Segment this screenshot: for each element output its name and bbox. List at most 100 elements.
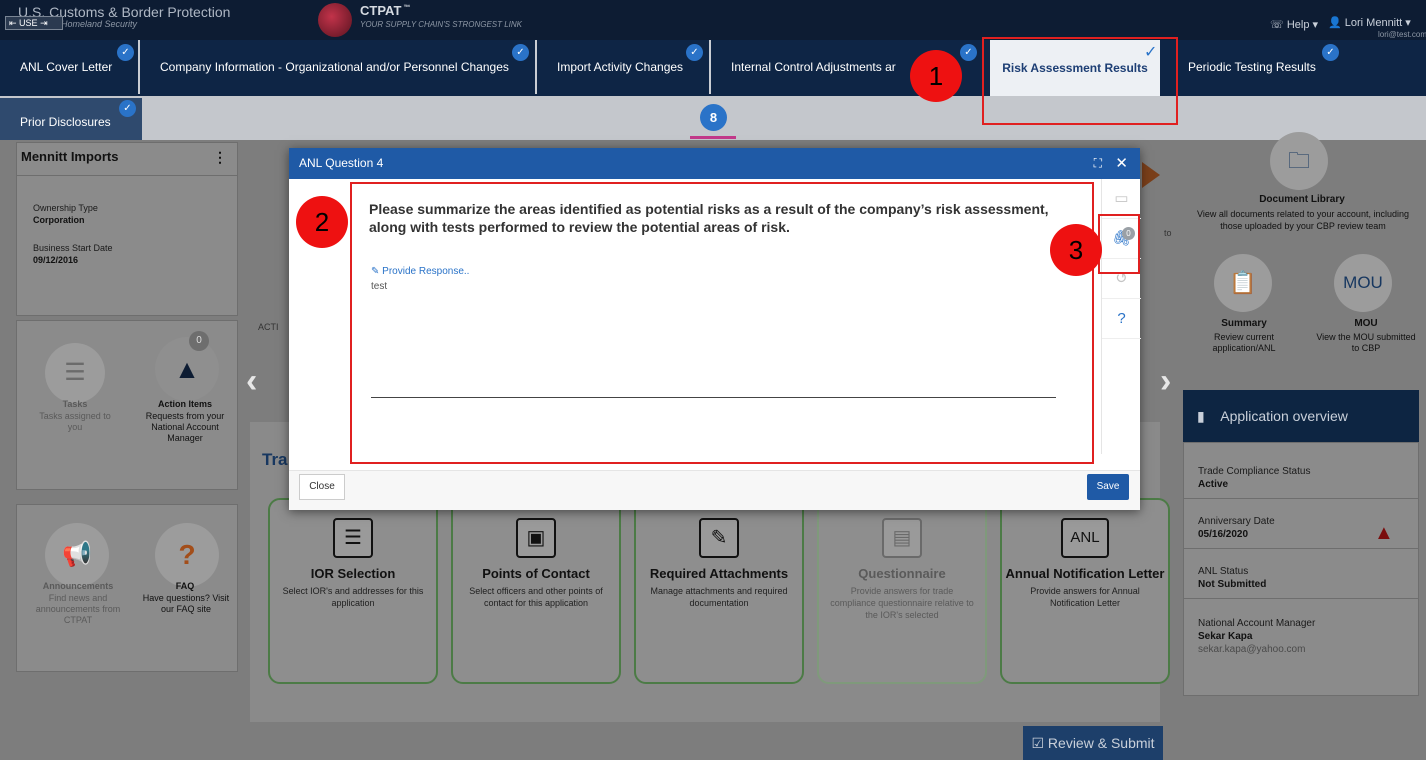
faq-icon[interactable]: ? [155,523,219,587]
action-items-title: Action Items [157,399,212,409]
card-desc: Manage attachments and required document… [650,586,788,608]
bg-partial-to: to [1164,228,1172,238]
megaphone-icon[interactable]: 📢 [45,523,109,587]
mou-icon[interactable]: MOU [1334,254,1392,312]
annotation-badge-3: 3 [1050,224,1102,276]
check-icon: ✓ [960,44,977,61]
close-icon[interactable]: ✕ [1115,148,1128,179]
faq-desc: Have questions? Visit our FAQ site [142,593,230,614]
expand-icon[interactable]: ⛶ [1094,148,1102,179]
close-button[interactable]: Close [299,474,345,500]
ownership-value: Corporation [33,215,85,225]
anl-status-row: ANL Status Not Submitted [1184,558,1418,599]
step-indicator[interactable]: 8 [700,104,727,131]
next-arrow-icon[interactable]: › [1160,362,1171,401]
card-questionnaire[interactable]: ▤ Questionnaire Provide answers for trad… [817,498,987,684]
account-manager-row: National Account Manager Sekar Kapa seka… [1184,610,1418,663]
anl-icon: ANL [1061,518,1109,558]
row-value: Active [1198,479,1229,490]
annotation-box-2 [350,182,1094,464]
card-desc: Provide answers for Annual Notification … [1030,586,1140,608]
folder-icon[interactable]: 🗀 [1270,132,1328,190]
contact-card-icon: ▣ [516,518,556,558]
bg-partial-act: ACTI [258,322,279,332]
annotation-badge-1: 1 [910,50,962,102]
announcements-title: Announcements [42,581,114,591]
comment-icon[interactable]: ▭ [1102,179,1141,219]
warning-icon[interactable]: ▲ [155,337,219,401]
card-desc: Provide answers for trade compliance que… [830,586,974,620]
check-icon: ✓ [119,100,136,117]
card-title: Points of Contact [482,566,590,581]
kebab-menu-icon[interactable]: ⋮ [213,149,227,166]
back-button[interactable]: ⇤ USE ⇥ [5,16,63,30]
row-value: Not Submitted [1198,579,1267,590]
tab-import-activity[interactable]: Import Activity Changes [537,40,711,94]
row-value: Sekar Kapa [1198,631,1253,642]
card-desc: Select officers and other points of cont… [469,586,603,608]
company-name: Mennitt Imports [21,149,119,164]
card-desc: Select IOR's and addresses for this appl… [282,586,424,608]
mou-title: MOU [1354,318,1378,329]
check-icon: ✓ [686,44,703,61]
document-icon: ▤ [882,518,922,558]
card-title: Annual Notification Letter [1005,566,1165,581]
check-icon: ✓ [117,44,134,61]
product-name: CTPAT ™ [360,3,411,18]
trade-compliance-row: Trade Compliance Status Active [1184,458,1418,499]
help-menu[interactable]: ☏ Help ▾ [1270,18,1318,31]
annotation-box-1 [982,37,1178,125]
card-title: IOR Selection [310,566,396,581]
clipboard-icon[interactable]: 📋 [1214,254,1272,312]
action-items-desc: Requests from your National Account Mana… [145,411,225,443]
help-circle-icon[interactable]: ? [1102,299,1141,339]
prev-arrow-icon[interactable]: ‹ [246,362,257,401]
application-overview-header: ▮ Application overview [1183,390,1419,442]
summary-title: Summary [1221,318,1267,329]
user-email: lori@test.com [1378,30,1426,39]
card-ior-selection[interactable]: ☰ IOR Selection Select IOR's and address… [268,498,438,684]
row-label: ANL Status [1198,566,1249,577]
ctpat-logo-icon [318,3,352,37]
list-numbered-icon: ☰ [333,518,373,558]
company-panel: Mennitt Imports ⋮ Ownership Type Corpora… [16,142,238,316]
info-panel: 📢 ? Announcements Find news and announce… [16,504,238,672]
tasks-panel: ☰ ▲ 0 Tasks Tasks assigned to you Action… [16,320,238,490]
tab-periodic-testing[interactable]: Periodic Testing Results [1168,40,1348,94]
alert-triangle-icon: ▲ [1374,522,1394,544]
modal-title: ANL Question 4 [289,148,1140,179]
tab-company-information[interactable]: Company Information - Organizational and… [140,40,537,94]
account-manager-email[interactable]: sekar.kapa@yahoo.com [1198,644,1404,655]
ownership-label: Ownership Type [33,203,98,213]
row-label: National Account Manager [1198,618,1316,629]
section-title-partial: Tra [262,450,288,469]
check-icon: ✓ [1322,44,1339,61]
save-button[interactable]: Save [1087,474,1129,500]
step-underline [690,136,736,139]
annotation-badge-2: 2 [296,196,348,248]
check-icon: ✓ [512,44,529,61]
card-required-attachments[interactable]: ✎ Required Attachments Manage attachment… [634,498,804,684]
annotation-box-3 [1098,214,1140,274]
start-date-value: 09/12/2016 [33,255,79,265]
summary-desc: Review current application/ANL [1212,332,1276,353]
document-library-desc: View all documents related to your accou… [1197,209,1409,231]
card-anl[interactable]: ANL Annual Notification Letter Provide a… [1000,498,1170,684]
document-library-title: Document Library [1259,194,1345,205]
tasks-title: Tasks [62,399,88,409]
start-date-label: Business Start Date [33,243,113,253]
user-menu[interactable]: 👤 Lori Mennitt ▾ [1328,16,1411,29]
arrow-flag-icon [1142,162,1160,188]
tasks-desc: Tasks assigned to you [39,411,111,432]
review-submit-button[interactable]: ☑ Review & Submit [1023,726,1163,760]
server-icon[interactable]: ☰ [45,343,105,403]
mou-desc: View the MOU submitted to CBP [1316,332,1416,353]
card-points-of-contact[interactable]: ▣ Points of Contact Select officers and … [451,498,621,684]
product-tagline: YOUR SUPPLY CHAIN'S STRONGEST LINK [360,20,523,29]
card-title: Questionnaire [858,566,946,581]
card-title: Required Attachments [649,566,789,581]
paperclip-icon: ✎ [699,518,739,558]
row-label: Trade Compliance Status [1198,466,1311,477]
faq-title: FAQ [175,581,195,591]
announcements-desc: Find news and announcements from CTPAT [35,593,121,625]
